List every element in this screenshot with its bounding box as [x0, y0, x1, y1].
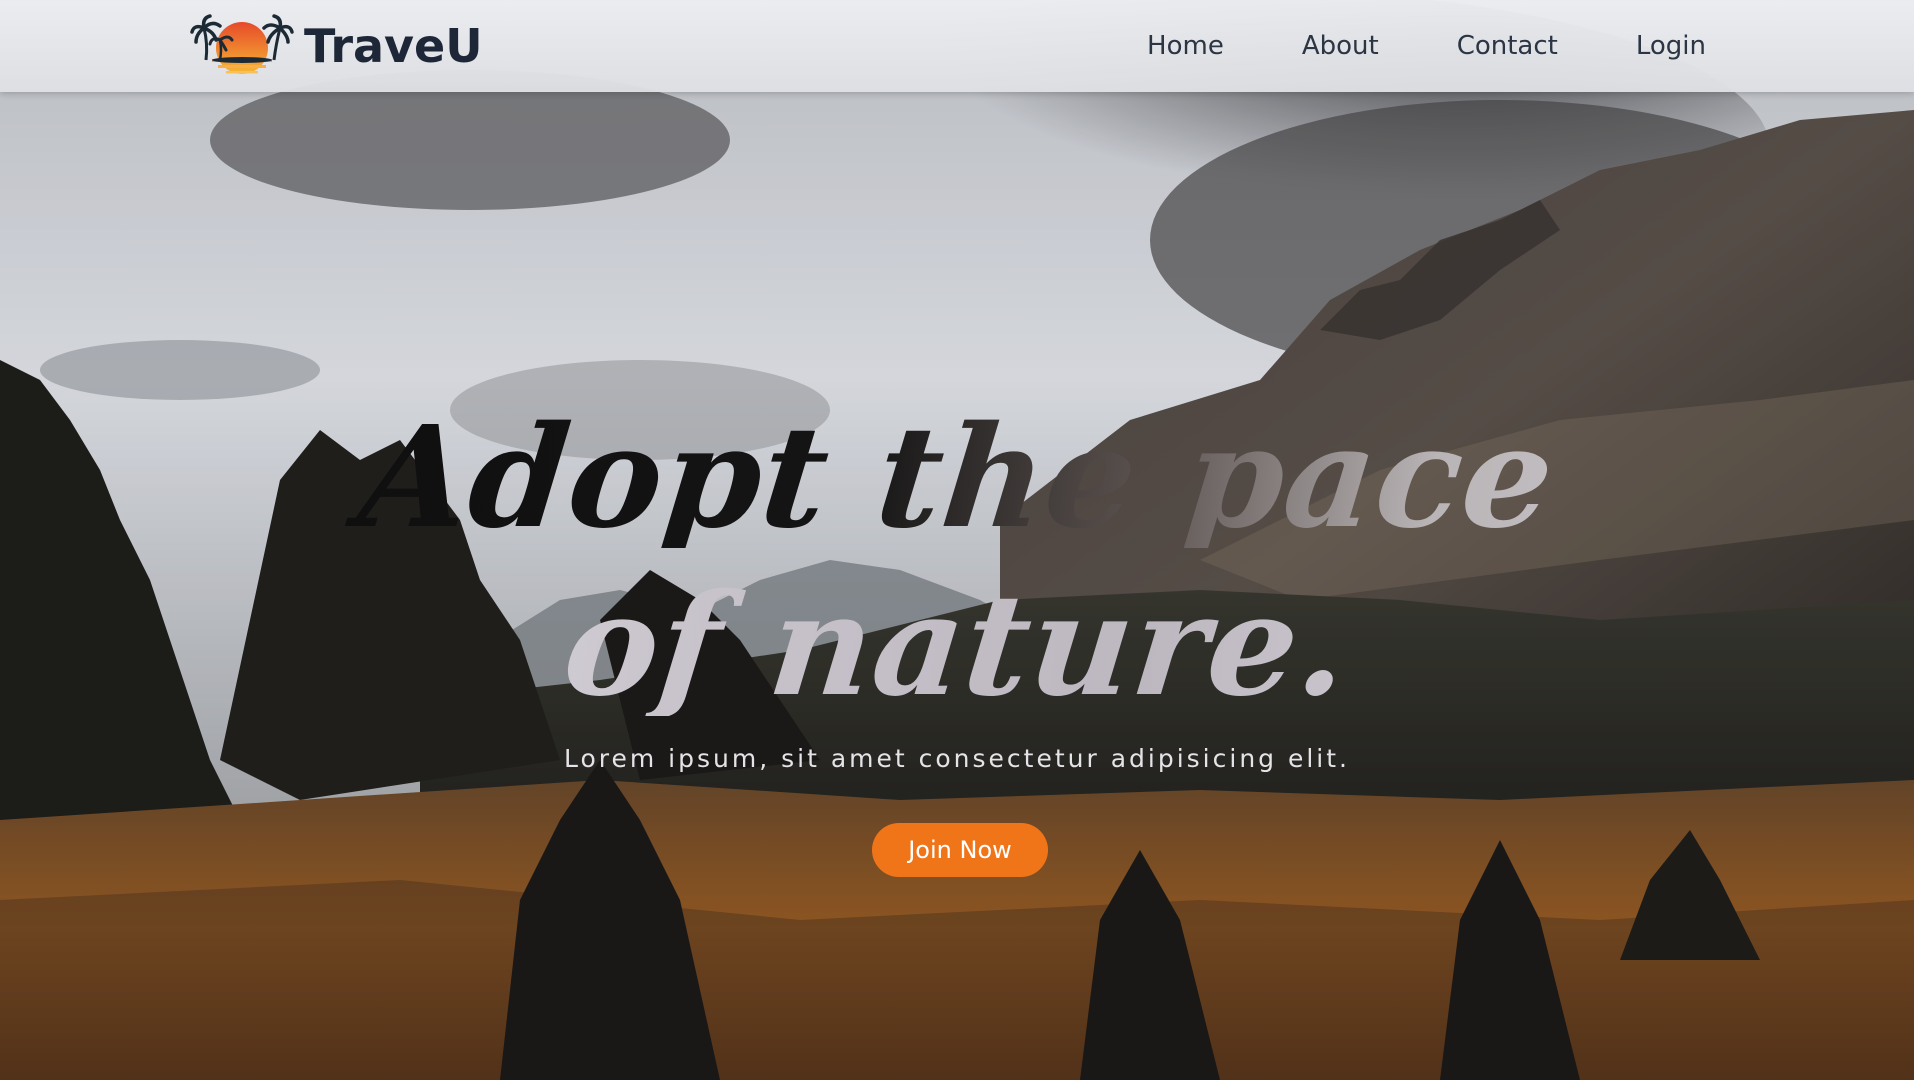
nav-link-contact[interactable]: Contact — [1457, 31, 1558, 61]
hero-headline-line1: Adopt the pace — [0, 396, 1914, 560]
site-header: TraveU Home About Contact Login — [0, 0, 1914, 92]
hero-headline-line2: of nature. — [0, 564, 1914, 728]
main-nav: Home About Contact Login — [1147, 0, 1706, 92]
hero-section: Adopt the pace of nature. Lorem ipsum, s… — [0, 0, 1914, 1080]
nav-item-contact: Contact — [1457, 31, 1558, 61]
hero-subtitle: Lorem ipsum, sit amet consectetur adipis… — [563, 744, 1351, 773]
nav-item-about: About — [1302, 31, 1379, 61]
nav-link-home[interactable]: Home — [1147, 31, 1224, 61]
nav-link-login[interactable]: Login — [1636, 31, 1706, 61]
brand-name: TraveU — [304, 19, 483, 73]
brand-link[interactable]: TraveU — [190, 14, 483, 78]
nav-link-about[interactable]: About — [1302, 31, 1379, 61]
island-sunset-logo-icon — [190, 14, 294, 74]
nav-item-home: Home — [1147, 31, 1224, 61]
join-now-button[interactable]: Join Now — [872, 823, 1048, 877]
nav-item-login: Login — [1636, 31, 1706, 61]
